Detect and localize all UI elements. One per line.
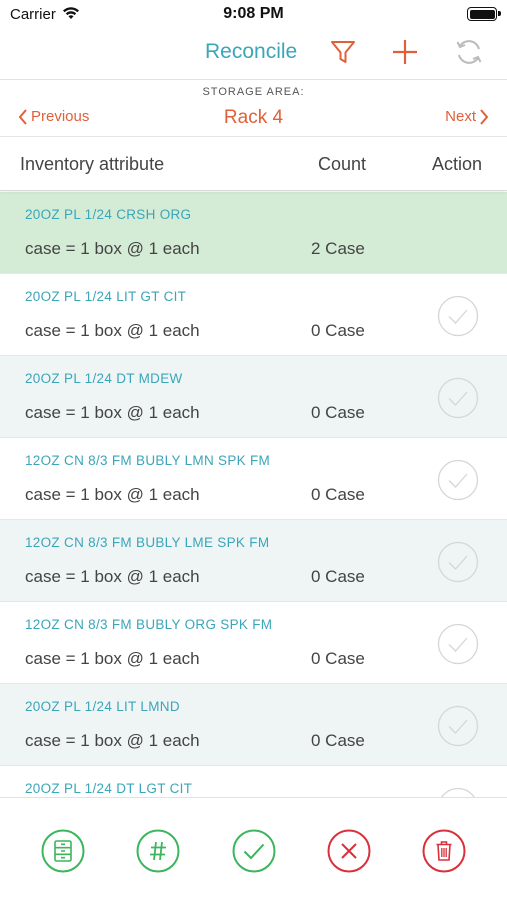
item-count: 0 Case [311,485,365,504]
confirm-check-icon[interactable] [437,541,479,583]
status-bar: Carrier 9:08 PM [0,0,507,30]
item-name: 20OZ PL 1/24 DT MDEW [25,371,183,386]
column-header-count: Count [318,154,367,174]
item-name: 12OZ CN 8/3 FM BUBLY LMN SPK FM [25,453,271,468]
item-count: 0 Case [311,403,365,422]
storage-area-name: Rack 4 [223,107,284,128]
item-count: 0 Case [311,731,365,750]
inventory-row[interactable]: 20OZ PL 1/24 CRSH ORG case = 1 box @ 1 e… [0,192,507,274]
item-name: 20OZ PL 1/24 DT LGT CIT [25,781,193,796]
inventory-row[interactable]: 12OZ CN 8/3 FM BUBLY LME SPK FM case = 1… [0,520,507,602]
clock: 9:08 PM [223,5,284,22]
item-count: 0 Case [311,321,365,340]
bottom-toolbar [0,797,507,900]
checkmark-icon[interactable] [232,829,276,873]
item-name: 20OZ PL 1/24 CRSH ORG [25,207,192,222]
confirm-check-icon[interactable] [437,295,479,337]
item-unit: case = 1 box @ 1 each [25,649,200,668]
confirm-check-icon[interactable] [437,705,479,747]
item-name: 12OZ CN 8/3 FM BUBLY ORG SPK FM [25,617,273,632]
column-header-attribute: Inventory attribute [20,154,165,174]
next-label: Next [445,108,476,125]
filter-icon[interactable] [328,37,358,67]
inventory-list[interactable]: 20OZ PL 1/24 CRSH ORG case = 1 box @ 1 e… [0,192,507,797]
column-header-action: Action [432,154,483,174]
confirm-check-icon[interactable] [437,377,479,419]
page-title: Reconcile [205,40,298,63]
item-unit: case = 1 box @ 1 each [25,731,200,750]
number-icon[interactable] [136,829,180,873]
next-button[interactable]: Next [445,108,489,125]
storage-icon[interactable] [41,829,85,873]
confirm-check-icon[interactable] [437,623,479,665]
item-name: 20OZ PL 1/24 LIT LMND [25,699,180,714]
battery-icon [467,7,501,21]
item-count: 0 Case [311,649,365,668]
item-count: 2 Case [311,239,365,258]
item-unit: case = 1 box @ 1 each [25,485,200,504]
inventory-row[interactable]: 20OZ PL 1/24 LIT GT CIT case = 1 box @ 1… [0,274,507,356]
inventory-row[interactable]: 20OZ PL 1/24 DT LGT CIT [0,766,507,797]
item-name: 20OZ PL 1/24 LIT GT CIT [25,289,187,304]
item-unit: case = 1 box @ 1 each [25,567,200,586]
item-unit: case = 1 box @ 1 each [25,321,200,340]
nav-bar: Reconcile [0,30,507,78]
item-unit: case = 1 box @ 1 each [25,403,200,422]
item-count: 0 Case [311,567,365,586]
cancel-icon[interactable] [327,829,371,873]
inventory-row[interactable]: 12OZ CN 8/3 FM BUBLY ORG SPK FM case = 1… [0,602,507,684]
table-header: Inventory attribute Count Action [0,136,507,191]
inventory-row[interactable]: 20OZ PL 1/24 DT MDEW case = 1 box @ 1 ea… [0,356,507,438]
inventory-row[interactable]: 12OZ CN 8/3 FM BUBLY LMN SPK FM case = 1… [0,438,507,520]
refresh-icon[interactable] [454,37,484,67]
inventory-row[interactable]: 20OZ PL 1/24 LIT LMND case = 1 box @ 1 e… [0,684,507,766]
plus-icon[interactable] [390,37,420,67]
item-name: 12OZ CN 8/3 FM BUBLY LME SPK FM [25,535,270,550]
storage-area-label: STORAGE AREA: [202,86,305,98]
chevron-right-icon [480,108,489,125]
item-unit: case = 1 box @ 1 each [25,239,200,258]
confirm-check-icon[interactable] [437,787,479,797]
nav-divider [0,79,507,80]
trash-icon[interactable] [422,829,466,873]
confirm-check-icon[interactable] [437,459,479,501]
